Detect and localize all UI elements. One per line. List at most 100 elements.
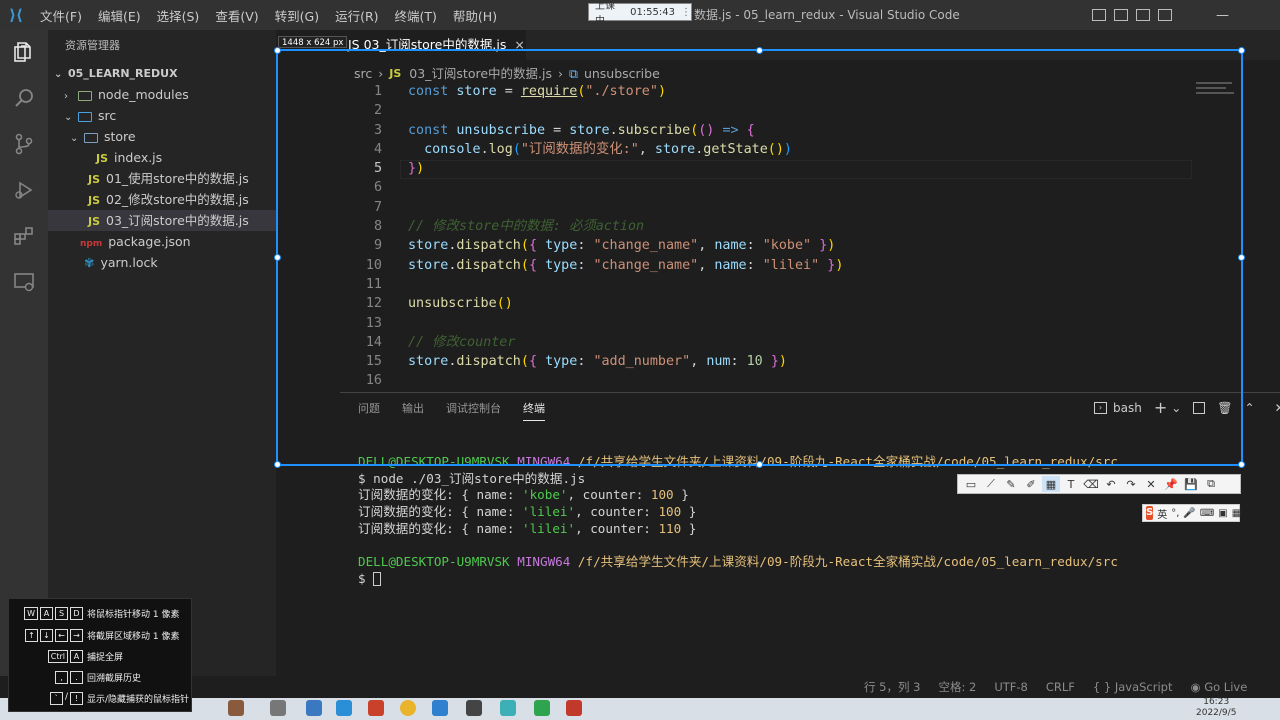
resize-handle[interactable] bbox=[1238, 47, 1245, 54]
taskbar-app-icon[interactable] bbox=[368, 700, 384, 716]
menu-bar: 文件(F) 编辑(E) 选择(S) 查看(V) 转到(G) 运行(R) 终端(T… bbox=[32, 0, 505, 30]
chevron-up-icon[interactable]: ⌃ bbox=[1245, 401, 1255, 415]
taskbar-app-icon[interactable] bbox=[566, 700, 582, 716]
resize-handle[interactable] bbox=[274, 47, 281, 54]
ime-toolbar[interactable]: S 英 °, 🎤 ⌨ ▣ ▦ bbox=[1142, 504, 1241, 522]
mosaic-icon[interactable]: ▦ bbox=[1042, 476, 1060, 492]
menu-help[interactable]: 帮助(H) bbox=[445, 6, 505, 25]
js-file-icon: JS bbox=[88, 173, 101, 186]
minimize-icon[interactable]: — bbox=[1216, 8, 1229, 23]
taskbar-app-icon[interactable] bbox=[306, 700, 322, 716]
tree-item-package-json[interactable]: npm package.json bbox=[48, 231, 276, 252]
status-cursor-position[interactable]: 行 5，列 3 bbox=[864, 679, 920, 695]
microphone-icon[interactable]: 🎤 bbox=[1183, 508, 1195, 519]
menu-edit[interactable]: 编辑(E) bbox=[90, 6, 149, 25]
undo-icon[interactable]: ↶ bbox=[1102, 476, 1120, 492]
chevron-down-icon: ⌄ bbox=[64, 112, 73, 123]
taskbar-app-icon[interactable] bbox=[500, 700, 516, 716]
taskbar-app-icon[interactable] bbox=[336, 700, 352, 716]
eraser-icon[interactable]: ⌫ bbox=[1082, 476, 1100, 492]
status-encoding[interactable]: UTF-8 bbox=[994, 680, 1028, 694]
tree-item-src[interactable]: ⌄ src bbox=[48, 105, 276, 126]
status-eol[interactable]: CRLF bbox=[1046, 680, 1075, 694]
line-icon[interactable]: ⟋ bbox=[982, 476, 1000, 492]
resize-handle[interactable] bbox=[1238, 254, 1245, 261]
npm-icon: npm bbox=[80, 239, 103, 249]
js-file-icon: JS bbox=[88, 194, 101, 207]
save-icon[interactable]: 💾 bbox=[1182, 476, 1200, 492]
screenshot-selection[interactable] bbox=[274, 47, 1245, 468]
customize-layout-icon[interactable] bbox=[1158, 9, 1172, 21]
tree-item-yarn-lock[interactable]: ✾ yarn.lock bbox=[48, 252, 276, 273]
yarn-icon: ✾ bbox=[84, 255, 95, 270]
tree-item-02[interactable]: JS 02_修改store中的数据.js bbox=[48, 189, 276, 210]
menu-go[interactable]: 转到(G) bbox=[267, 6, 327, 25]
resize-handle[interactable] bbox=[756, 47, 763, 54]
prompt-user: DELL@DESKTOP-U9MRVSK bbox=[358, 554, 510, 570]
status-bar-items: 行 5，列 3 空格: 2 UTF-8 CRLF { } JavaScript … bbox=[864, 676, 1247, 698]
resize-handle[interactable] bbox=[1238, 461, 1245, 468]
tree-item-node-modules[interactable]: › node_modules bbox=[48, 84, 276, 105]
menu-terminal[interactable]: 终端(T) bbox=[387, 6, 445, 25]
hint-text: 回溯截屏历史 bbox=[87, 673, 142, 684]
menu-view[interactable]: 查看(V) bbox=[207, 6, 266, 25]
workspace-root[interactable]: ⌄ 05_LEARN_REDUX bbox=[48, 63, 276, 84]
pin-icon[interactable]: 📌 bbox=[1162, 476, 1180, 492]
folder-open-icon bbox=[78, 111, 92, 122]
pen-icon[interactable]: ✎ bbox=[1002, 476, 1020, 492]
toolbox-icon[interactable]: ▦ bbox=[1232, 508, 1241, 519]
toggle-panel-icon[interactable] bbox=[1114, 9, 1128, 21]
chrome-icon[interactable] bbox=[400, 700, 416, 716]
source-control-icon[interactable] bbox=[12, 132, 36, 156]
taskbar-app-icon[interactable] bbox=[270, 700, 286, 716]
status-go-live[interactable]: ◉ Go Live bbox=[1190, 680, 1247, 694]
terminal-input-line[interactable]: $ bbox=[358, 571, 1118, 588]
ime-mode-label[interactable]: 英 bbox=[1157, 506, 1167, 521]
resize-handle[interactable] bbox=[274, 254, 281, 261]
keyboard-icon[interactable]: ⌨ bbox=[1200, 508, 1214, 519]
tree-item-index-js[interactable]: JS index.js bbox=[48, 147, 276, 168]
marker-icon[interactable]: ✐ bbox=[1022, 476, 1040, 492]
menu-file[interactable]: 文件(F) bbox=[32, 6, 90, 25]
chevron-right-icon: › bbox=[64, 91, 68, 102]
recording-menu-icon[interactable]: ⋮ bbox=[681, 7, 691, 18]
tree-item-label: src bbox=[98, 108, 117, 123]
taskbar-app-icon[interactable] bbox=[466, 700, 482, 716]
close-panel-icon[interactable]: ✕ bbox=[1275, 401, 1280, 415]
tree-item-03[interactable]: JS 03_订阅store中的数据.js bbox=[48, 210, 276, 231]
resize-handle[interactable] bbox=[274, 461, 281, 468]
text-icon[interactable]: T bbox=[1062, 476, 1080, 492]
copy-icon[interactable]: ⧉ bbox=[1202, 476, 1220, 492]
search-icon[interactable] bbox=[12, 86, 36, 110]
status-indentation[interactable]: 空格: 2 bbox=[938, 679, 976, 695]
redo-icon[interactable]: ↷ bbox=[1122, 476, 1140, 492]
menu-run[interactable]: 运行(R) bbox=[327, 6, 386, 25]
toggle-secondary-sidebar-icon[interactable] bbox=[1136, 9, 1150, 21]
taskbar-app-icon[interactable] bbox=[534, 700, 550, 716]
taskbar-clock[interactable]: 16:23 2022/9/5 bbox=[1196, 697, 1236, 719]
tree-item-01[interactable]: JS 01_使用store中的数据.js bbox=[48, 168, 276, 189]
skin-icon[interactable]: ▣ bbox=[1218, 508, 1227, 519]
status-language[interactable]: { } JavaScript bbox=[1093, 680, 1173, 694]
recording-label: 上课中 bbox=[595, 1, 615, 27]
tree-item-store[interactable]: ⌄ store bbox=[48, 126, 276, 147]
terminal-output-line: 订阅数据的变化: { name: 'lilei', counter: 100 } bbox=[358, 504, 697, 520]
hint-text: 显示/隐藏捕获的鼠标指针 bbox=[87, 694, 190, 705]
taskbar-app-icon[interactable] bbox=[228, 700, 244, 716]
cancel-icon[interactable]: ✕ bbox=[1142, 476, 1160, 492]
punctuation-icon[interactable]: °, bbox=[1171, 508, 1179, 519]
os-taskbar bbox=[0, 698, 1280, 720]
resize-handle[interactable] bbox=[756, 461, 763, 468]
run-debug-icon[interactable] bbox=[12, 178, 36, 202]
vscode-taskbar-icon[interactable] bbox=[432, 700, 448, 716]
tree-item-label: index.js bbox=[114, 150, 163, 165]
explorer-icon[interactable] bbox=[12, 40, 36, 64]
remote-explorer-icon[interactable] bbox=[12, 270, 36, 294]
menu-selection[interactable]: 选择(S) bbox=[149, 6, 208, 25]
toggle-sidebar-icon[interactable] bbox=[1092, 9, 1106, 21]
broadcast-icon: ◉ bbox=[1190, 680, 1205, 694]
js-file-icon: JS bbox=[96, 152, 109, 165]
rectangle-icon[interactable]: ▭ bbox=[962, 476, 980, 492]
extensions-icon[interactable] bbox=[12, 224, 36, 248]
